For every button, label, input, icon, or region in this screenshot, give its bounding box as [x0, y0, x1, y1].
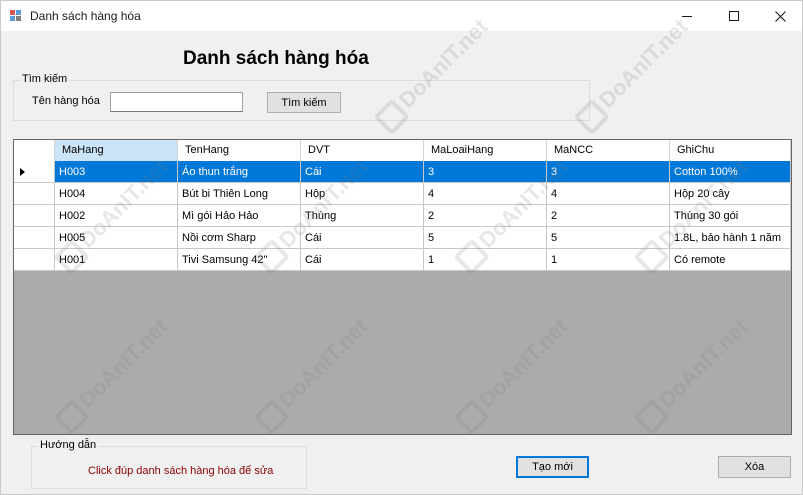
table-cell[interactable]: Hộp	[301, 183, 424, 205]
search-button[interactable]: Tìm kiếm	[267, 92, 341, 113]
page-title: Danh sách hàng hóa	[183, 48, 369, 69]
column-header-mahang[interactable]: MaHang	[55, 140, 178, 161]
table-row[interactable]: H002 Mì gói Hảo Hảo Thùng 2 2 Thùng 30 g…	[14, 205, 791, 227]
main-window: Danh sách hàng hóa Danh sách hàng hóa Tì…	[0, 0, 803, 495]
column-header-tenhang[interactable]: TenHang	[178, 140, 301, 161]
grid-header: MaHang TenHang DVT MaLoaiHang MaNCC GhiC…	[14, 140, 791, 161]
table-row[interactable]: H004 Bút bi Thiên Long Hộp 4 4 Hộp 20 câ…	[14, 183, 791, 205]
column-header-maloaihang[interactable]: MaLoaiHang	[424, 140, 547, 161]
table-cell[interactable]: 4	[547, 183, 670, 205]
table-cell[interactable]: Cotton 100%	[670, 161, 791, 183]
table-cell[interactable]: 1.8L, bảo hành 1 năm	[670, 227, 791, 249]
minimize-button[interactable]	[664, 1, 710, 31]
row-header-corner[interactable]	[14, 140, 55, 161]
column-header-mancc[interactable]: MaNCC	[547, 140, 670, 161]
product-name-label: Tên hàng hóa	[32, 95, 100, 107]
table-cell[interactable]: 3	[547, 161, 670, 183]
create-new-button[interactable]: Tạo mới	[516, 456, 589, 478]
table-cell[interactable]: 1	[424, 249, 547, 271]
maximize-icon	[729, 11, 739, 21]
title-bar[interactable]: Danh sách hàng hóa	[1, 1, 802, 31]
row-header[interactable]	[14, 161, 55, 183]
table-cell[interactable]: Có remote	[670, 249, 791, 271]
table-cell[interactable]: Cái	[301, 161, 424, 183]
table-cell[interactable]: H002	[55, 205, 178, 227]
table-cell[interactable]: Bút bi Thiên Long	[178, 183, 301, 205]
product-grid[interactable]: MaHang TenHang DVT MaLoaiHang MaNCC GhiC…	[13, 139, 792, 435]
table-row[interactable]: H003 Áo thun trắng Cái 3 3 Cotton 100%	[14, 161, 791, 183]
row-header[interactable]	[14, 249, 55, 271]
close-icon	[774, 10, 786, 22]
table-cell[interactable]: Hộp 20 cây	[670, 183, 791, 205]
column-header-dvt[interactable]: DVT	[301, 140, 424, 161]
delete-button[interactable]: Xóa	[718, 456, 791, 478]
table-cell[interactable]: Tivi Samsung 42"	[178, 249, 301, 271]
product-name-input[interactable]	[110, 92, 243, 112]
table-cell[interactable]: Áo thun trắng	[178, 161, 301, 183]
table-cell[interactable]: H004	[55, 183, 178, 205]
table-cell[interactable]: 3	[424, 161, 547, 183]
help-text: Click đúp danh sách hàng hóa để sửa	[88, 465, 274, 477]
minimize-icon	[682, 15, 692, 17]
table-cell[interactable]: 2	[547, 205, 670, 227]
window-title: Danh sách hàng hóa	[30, 9, 141, 23]
table-cell[interactable]: H001	[55, 249, 178, 271]
current-row-arrow-icon	[20, 168, 25, 176]
app-icon	[10, 10, 22, 22]
row-header[interactable]	[14, 183, 55, 205]
table-cell[interactable]: Nồi cơm Sharp	[178, 227, 301, 249]
row-header[interactable]	[14, 227, 55, 249]
grid-body: H003 Áo thun trắng Cái 3 3 Cotton 100% H…	[14, 161, 791, 271]
table-cell[interactable]: 1	[547, 249, 670, 271]
table-cell[interactable]: Thùng	[301, 205, 424, 227]
table-row[interactable]: H005 Nồi cơm Sharp Cái 5 5 1.8L, bảo hàn…	[14, 227, 791, 249]
table-cell[interactable]: Cái	[301, 249, 424, 271]
close-button[interactable]	[757, 1, 803, 31]
column-header-ghichu[interactable]: GhiChu	[670, 140, 791, 161]
table-cell[interactable]: Mì gói Hảo Hảo	[178, 205, 301, 227]
watermark: DoAnIT.net	[573, 14, 695, 136]
table-cell[interactable]: H003	[55, 161, 178, 183]
row-header[interactable]	[14, 205, 55, 227]
help-group-label: Hướng dẫn	[38, 439, 99, 451]
search-group-label: Tìm kiếm	[20, 73, 70, 85]
table-row[interactable]: H001 Tivi Samsung 42" Cái 1 1 Có remote	[14, 249, 791, 271]
table-cell[interactable]: 4	[424, 183, 547, 205]
maximize-button[interactable]	[711, 1, 757, 31]
table-cell[interactable]: Cái	[301, 227, 424, 249]
table-cell[interactable]: H005	[55, 227, 178, 249]
table-cell[interactable]: 5	[547, 227, 670, 249]
table-cell[interactable]: 5	[424, 227, 547, 249]
table-cell[interactable]: 2	[424, 205, 547, 227]
table-cell[interactable]: Thùng 30 gói	[670, 205, 791, 227]
